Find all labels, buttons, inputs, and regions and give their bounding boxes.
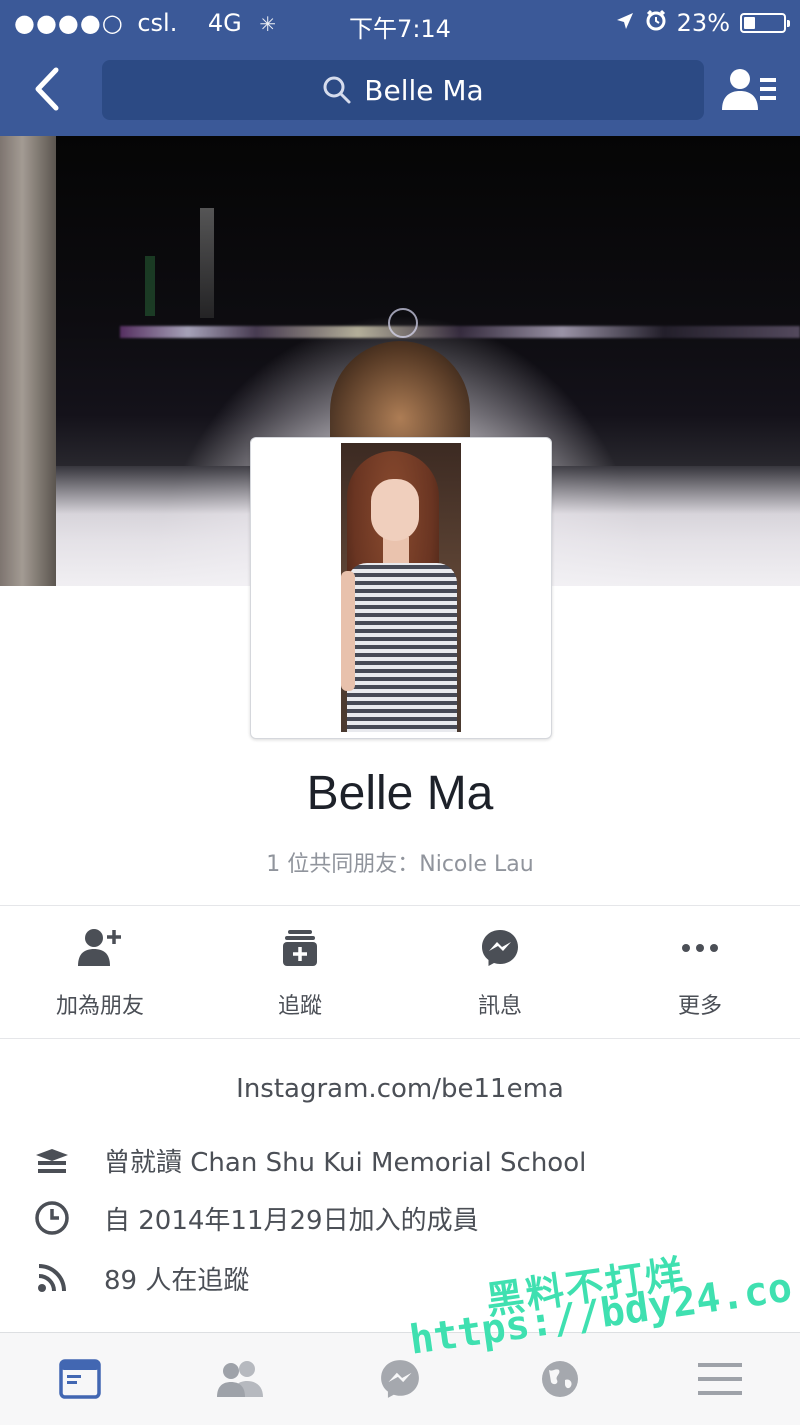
battery-icon — [740, 13, 790, 33]
friends-icon — [217, 1361, 263, 1397]
more-button[interactable]: 更多 — [600, 908, 800, 1038]
joined-row: 自 2014年11月29日加入的成員 — [32, 1198, 479, 1238]
status-bar: ●●●●○ csl. 4G ✳ 下午7:14 23% — [0, 0, 800, 46]
search-field[interactable]: Belle Ma — [102, 60, 704, 120]
follow-button[interactable]: 追蹤 — [200, 908, 400, 1038]
search-icon — [323, 76, 351, 104]
menu-icon — [698, 1363, 742, 1395]
followers-text: 89 人在追蹤 — [104, 1265, 250, 1296]
mutual-friends[interactable]: 1 位共同朋友：Nicole Lau — [0, 846, 800, 878]
education-row: 曾就讀 Chan Shu Kui Memorial School — [32, 1140, 586, 1180]
tab-friends[interactable] — [160, 1333, 320, 1425]
friend-requests-button[interactable] — [722, 66, 778, 114]
tab-news-feed[interactable] — [0, 1333, 160, 1425]
profile-photo-image — [341, 443, 461, 732]
battery-fill — [744, 17, 755, 29]
clock-icon — [32, 1198, 72, 1238]
globe-icon — [542, 1361, 578, 1397]
add-friend-icon — [78, 929, 121, 966]
website-link[interactable]: Instagram.com/be11ema — [0, 1074, 800, 1104]
messenger-icon — [381, 1360, 419, 1398]
tab-menu[interactable] — [640, 1333, 800, 1425]
add-friend-button[interactable]: 加為朋友 — [0, 908, 200, 1038]
action-label: 追蹤 — [277, 994, 322, 1019]
message-button[interactable]: 訊息 — [400, 908, 600, 1038]
top-bar: ●●●●○ csl. 4G ✳ 下午7:14 23% Belle Ma — [0, 0, 800, 136]
divider — [0, 1038, 800, 1039]
education-text: 曾就讀 Chan Shu Kui Memorial School — [104, 1147, 587, 1178]
school-icon — [32, 1140, 72, 1180]
joined-text: 自 2014年11月29日加入的成員 — [104, 1205, 479, 1236]
action-label: 更多 — [677, 994, 722, 1019]
follow-icon — [283, 930, 317, 966]
profile-picture[interactable] — [250, 437, 552, 739]
messenger-icon — [482, 930, 518, 966]
bottom-tab-bar — [0, 1332, 800, 1425]
action-label: 訊息 — [477, 994, 522, 1019]
rss-icon — [32, 1258, 72, 1298]
profile-name: Belle Ma — [306, 767, 494, 820]
battery-percent: 23% — [676, 9, 730, 37]
news-feed-icon — [59, 1359, 101, 1399]
profile-actions: 加為朋友 追蹤 訊息 更多 — [0, 908, 800, 1038]
more-icon — [682, 944, 718, 952]
back-button[interactable] — [26, 64, 70, 114]
divider — [0, 905, 800, 906]
search-query: Belle Ma — [364, 73, 484, 107]
location-arrow-icon — [615, 9, 635, 37]
friend-requests-icon — [722, 69, 776, 110]
alarm-icon — [645, 9, 667, 37]
chevron-left-icon — [35, 67, 59, 111]
followers-row[interactable]: 89 人在追蹤 — [32, 1258, 249, 1298]
action-label: 加為朋友 — [55, 994, 144, 1019]
